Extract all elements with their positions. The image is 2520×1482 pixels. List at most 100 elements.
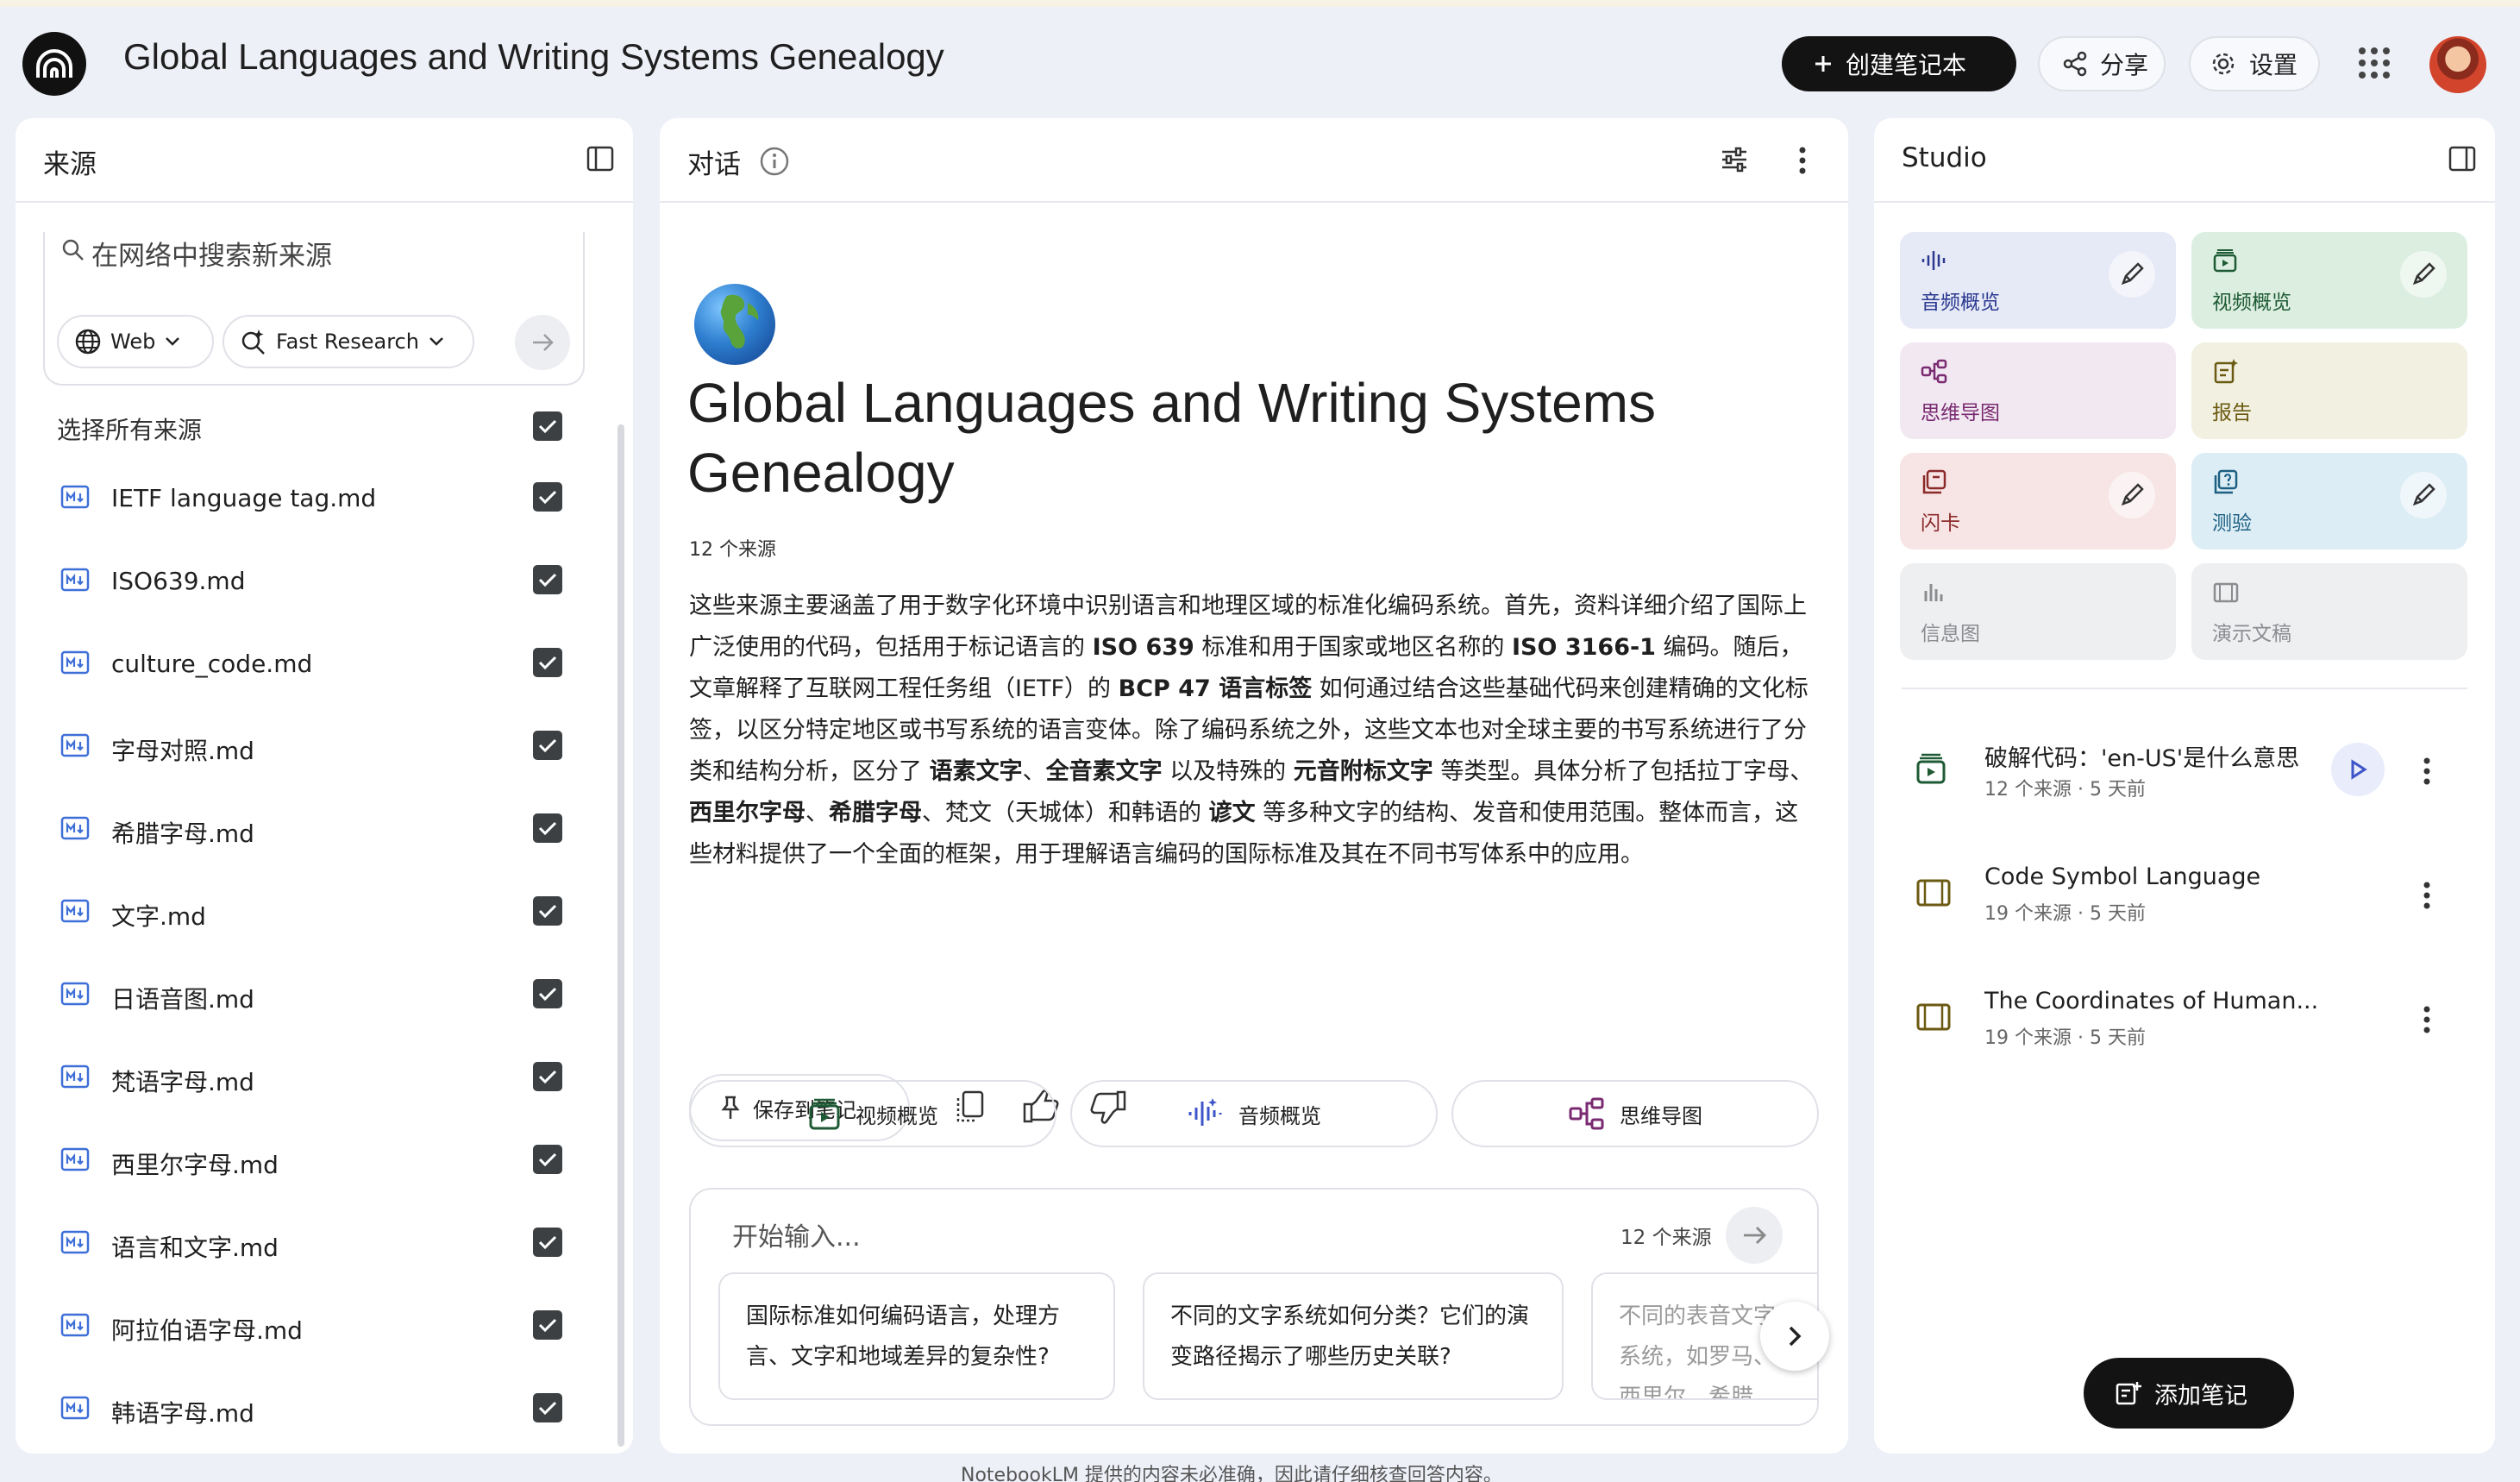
source-name: 阿拉伯语字母.md — [111, 1316, 303, 1345]
source-name: 语言和文字.md — [111, 1234, 279, 1262]
source-item[interactable]: IETF language tag.md — [16, 458, 611, 541]
source-checkbox[interactable] — [533, 1145, 562, 1174]
studio-tile-label: 音频概览 — [1921, 292, 2000, 314]
collapse-panel-icon[interactable] — [2448, 146, 2476, 172]
notebook-title[interactable]: Global Languages and Writing Systems Gen… — [123, 36, 944, 78]
notebooklm-logo[interactable] — [22, 32, 86, 96]
more-vert-icon[interactable] — [2423, 1005, 2431, 1034]
markdown-file-icon — [60, 567, 90, 593]
studio-tile[interactable]: 信息图 — [1900, 563, 2176, 660]
play-icon — [2348, 758, 2368, 781]
source-count: 12 个来源 — [689, 539, 776, 561]
suggestion-chip[interactable]: 国际标准如何编码语言，处理方言、文字和地域差异的复杂性? — [718, 1272, 1115, 1400]
source-item[interactable]: 语言和文字.md — [16, 1203, 611, 1286]
mind-map-button[interactable]: 思维导图 — [1451, 1080, 1819, 1147]
source-item[interactable]: 文字.md — [16, 872, 611, 955]
pencil-icon[interactable] — [2400, 251, 2447, 298]
source-checkbox[interactable] — [533, 1393, 562, 1422]
plus-icon — [1813, 53, 1834, 74]
source-item[interactable]: ISO639.md — [16, 541, 611, 624]
suggestion-chip[interactable]: 不同的文字系统如何分类？它们的演变路径揭示了哪些历史关联? — [1143, 1272, 1564, 1400]
summary-keyword: 谚文 — [1208, 800, 1256, 826]
more-vert-icon[interactable] — [1798, 146, 1807, 175]
slides-icon — [2212, 579, 2240, 605]
summary-keyword: 语素文字 — [929, 758, 1023, 785]
audio-overview-button[interactable]: 音频概览 — [1070, 1080, 1438, 1147]
studio-tile[interactable]: 视频概览 — [2191, 232, 2467, 329]
markdown-file-icon — [60, 1146, 90, 1172]
select-all-label: 选择所有来源 — [57, 416, 203, 444]
source-checkbox[interactable] — [533, 565, 562, 594]
source-checkbox[interactable] — [533, 482, 562, 512]
pencil-icon[interactable] — [2109, 251, 2155, 298]
create-notebook-button[interactable]: 创建笔记本 — [1782, 36, 2016, 91]
chat-source-count: 12 个来源 — [1620, 1227, 1712, 1249]
slides-note-icon — [1915, 876, 1953, 910]
more-vert-icon[interactable] — [2423, 757, 2431, 786]
source-item[interactable]: 阿拉伯语字母.md — [16, 1286, 611, 1369]
settings-button[interactable]: 设置 — [2189, 36, 2320, 91]
source-name: 韩语字母.md — [111, 1399, 254, 1428]
studio-title: Studio — [1902, 142, 1987, 173]
source-checkbox[interactable] — [533, 979, 562, 1008]
add-note-button[interactable]: 添加笔记 — [2084, 1358, 2294, 1429]
studio-tile-label: 测验 — [2212, 512, 2252, 535]
source-checkbox[interactable] — [533, 1310, 562, 1340]
studio-tile[interactable]: 演示文稿 — [2191, 563, 2467, 660]
next-suggestions-button[interactable] — [1760, 1302, 1829, 1371]
pencil-icon[interactable] — [2400, 472, 2447, 518]
collapse-panel-icon[interactable] — [586, 146, 614, 172]
studio-tile[interactable]: 音频概览 — [1900, 232, 2176, 329]
pencil-icon[interactable] — [2109, 472, 2155, 518]
studio-note-item[interactable]: 破解代码：'en-US'是什么意思 12 个来源 · 5 天前 — [1874, 725, 2495, 820]
studio-tile[interactable]: 测验 — [2191, 453, 2467, 549]
source-item[interactable]: culture_code.md — [16, 624, 611, 706]
summary-keyword: BCP 47 语言标签 — [1118, 675, 1313, 702]
share-button[interactable]: 分享 — [2038, 36, 2166, 91]
note-title: Code Symbol Language — [1984, 863, 2261, 890]
select-all-checkbox[interactable] — [533, 411, 562, 441]
audio-wave-icon — [1921, 248, 1948, 273]
source-checkbox[interactable] — [533, 896, 562, 926]
markdown-file-icon — [60, 484, 90, 510]
studio-note-item[interactable]: The Coordinates of Human... 19 个来源 · 5 天前 — [1874, 974, 2495, 1069]
tune-icon[interactable] — [1719, 144, 1750, 175]
source-item[interactable]: 字母对照.md — [16, 706, 611, 789]
web-source-dropdown[interactable]: Web — [57, 315, 214, 368]
footer-disclaimer: NotebookLM 提供的内容未必准确，因此请仔细核查回答内容。 — [961, 1465, 1502, 1482]
arrow-right-icon — [530, 330, 555, 355]
source-checkbox[interactable] — [533, 648, 562, 677]
avatar[interactable] — [2429, 36, 2486, 93]
apps-grid-icon[interactable] — [2357, 46, 2391, 80]
video-overview-button[interactable]: 视频概览 — [689, 1080, 1056, 1147]
play-button[interactable] — [2331, 743, 2385, 796]
studio-tile[interactable]: 思维导图 — [1900, 342, 2176, 439]
share-label: 分享 — [2100, 51, 2149, 79]
source-item[interactable]: 梵语字母.md — [16, 1038, 611, 1121]
more-vert-icon[interactable] — [2423, 881, 2431, 910]
source-checkbox[interactable] — [533, 731, 562, 760]
source-checkbox[interactable] — [533, 1062, 562, 1091]
source-item[interactable]: 日语音图.md — [16, 955, 611, 1038]
research-mode-dropdown[interactable]: Fast Research — [223, 315, 474, 368]
source-item[interactable]: 韩语字母.md — [16, 1369, 611, 1452]
studio-tile[interactable]: 报告 — [2191, 342, 2467, 439]
chevron-down-icon — [164, 336, 181, 348]
source-item[interactable]: 西里尔字母.md — [16, 1121, 611, 1203]
source-checkbox[interactable] — [533, 1228, 562, 1257]
studio-note-item[interactable]: Code Symbol Language 19 个来源 · 5 天前 — [1874, 850, 2495, 945]
studio-tile[interactable]: 闪卡 — [1900, 453, 2176, 549]
send-button[interactable] — [1726, 1207, 1783, 1264]
summary-keyword: 西里尔字母 — [689, 800, 806, 826]
source-item[interactable]: 希腊字母.md — [16, 789, 611, 872]
markdown-file-icon — [60, 650, 90, 675]
submit-search-button[interactable] — [515, 315, 570, 370]
studio-tile-label: 演示文稿 — [2212, 623, 2291, 645]
quiz-icon — [2212, 468, 2240, 494]
note-meta: 19 个来源 · 5 天前 — [1984, 1027, 2146, 1049]
search-input[interactable]: 在网络中搜索新来源 — [91, 234, 332, 273]
scrollbar[interactable] — [617, 424, 624, 1447]
chat-input[interactable]: 开始输入... — [732, 1215, 861, 1253]
source-checkbox[interactable] — [533, 813, 562, 843]
info-icon[interactable] — [759, 146, 790, 177]
